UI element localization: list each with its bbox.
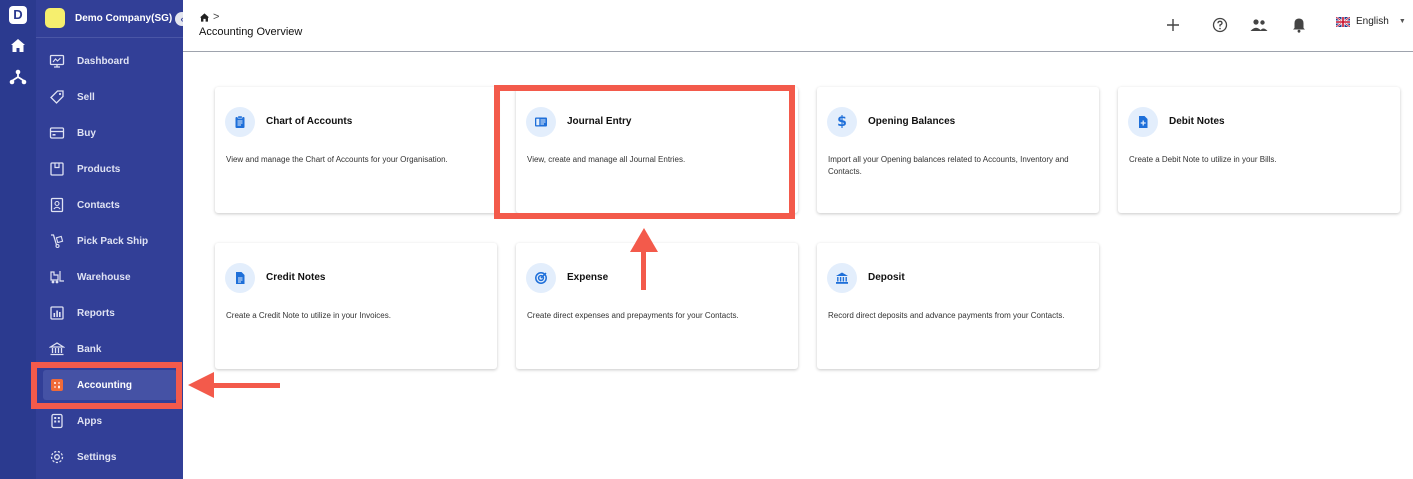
card-description: Import all your Opening balances related… [828,155,1069,176]
sidebar-item-label: Buy [77,127,96,139]
home-icon[interactable] [8,36,28,56]
sidebar-item-label: Sell [77,91,95,103]
card-description: Record direct deposits and advance payme… [828,311,1065,320]
card-expense[interactable]: Expense Create direct expenses and prepa… [516,243,798,369]
sidebar-item-apps[interactable]: Apps [43,406,177,436]
company-switcher[interactable]: Demo Company(SG) [45,7,172,29]
sidebar-item-label: Bank [77,343,102,355]
highlight-journal-entry [494,85,795,219]
gear-icon [49,449,65,465]
arrow-up-annotation-shaft [641,248,646,290]
card-title: Debit Notes [1169,116,1225,127]
language-selector[interactable]: English ▼ [1336,16,1406,27]
sidebar-item-label: Products [77,163,121,175]
sidebar-item-sell[interactable]: Sell [43,82,177,112]
highlight-accounting [31,362,182,409]
add-icon[interactable] [1164,16,1182,34]
box-icon [49,161,65,177]
apps-icon [49,413,65,429]
sidebar-item-dashboard[interactable]: Dashboard [43,46,177,76]
hand-truck-icon [49,233,65,249]
notification-bell-icon[interactable] [1290,16,1308,34]
dollar-icon: $ [827,107,857,137]
company-avatar [45,8,65,28]
card-title: Expense [567,272,609,283]
sidebar-item-label: Pick Pack Ship [77,235,149,247]
expense-icon [526,263,556,293]
breadcrumb: > [199,11,219,23]
card-title: Opening Balances [868,116,956,127]
card-chart-of-accounts[interactable]: Chart of Accounts View and manage the Ch… [215,87,497,213]
sidebar-item-label: Warehouse [77,271,131,283]
sidebar-item-label: Contacts [77,199,120,211]
dashboard-icon [49,53,65,69]
sidebar-item-warehouse[interactable]: Warehouse [43,262,177,292]
home-icon[interactable] [199,12,210,23]
sidebar-item-label: Dashboard [77,55,130,67]
card-debit-notes[interactable]: Debit Notes Create a Debit Note to utili… [1118,87,1400,213]
company-name: Demo Company(SG) [75,12,173,24]
help-icon[interactable] [1211,16,1229,34]
forklift-icon [49,269,65,285]
card-credit-notes[interactable]: Credit Notes Create a Credit Note to uti… [215,243,497,369]
card-description: View and manage the Chart of Accounts fo… [226,155,448,164]
app-logo[interactable]: D [9,6,27,24]
cart-icon [49,125,65,141]
uk-flag-icon [1336,16,1350,27]
card-description: Create a Debit Note to utilize in your B… [1129,155,1277,164]
sidebar-item-contacts[interactable]: Contacts [43,190,177,220]
report-chart-icon [49,305,65,321]
sidebar-item-bank[interactable]: Bank [43,334,177,364]
sidebar-item-settings[interactable]: Settings [43,442,177,472]
card-opening-balances[interactable]: $ Opening Balances Import all your Openi… [817,87,1099,213]
tag-icon [49,89,65,105]
sidebar-item-label: Settings [77,451,117,463]
breadcrumb-separator: > [213,11,220,23]
credit-note-icon [225,263,255,293]
card-title: Credit Notes [266,272,326,283]
chevron-down-icon: ▼ [1398,18,1406,25]
sidebar-divider [36,37,183,38]
sidebar-item-reports[interactable]: Reports [43,298,177,328]
sidebar-item-products[interactable]: Products [43,154,177,184]
debit-note-icon [1128,107,1158,137]
org-tree-icon[interactable] [8,67,28,87]
language-label: English [1356,16,1389,27]
bank-building-icon [827,263,857,293]
card-deposit[interactable]: Deposit Record direct deposits and advan… [817,243,1099,369]
sidebar-item-buy[interactable]: Buy [43,118,177,148]
users-icon[interactable] [1250,16,1268,34]
page-title: Accounting Overview [199,26,303,38]
bank-icon [49,341,65,357]
sidebar-item-pick-pack-ship[interactable]: Pick Pack Ship [43,226,177,256]
clipboard-icon [225,107,255,137]
sidebar-item-label: Reports [77,307,115,319]
top-bar: > Accounting Overview English ▼ [183,0,1413,52]
card-description: Create direct expenses and prepayments f… [527,311,739,320]
card-title: Deposit [868,272,905,283]
arrow-left-annotation-shaft [210,383,280,388]
contact-book-icon [49,197,65,213]
sidebar-item-label: Apps [77,415,102,427]
card-title: Chart of Accounts [266,116,353,127]
card-description: Create a Credit Note to utilize in your … [226,311,391,320]
